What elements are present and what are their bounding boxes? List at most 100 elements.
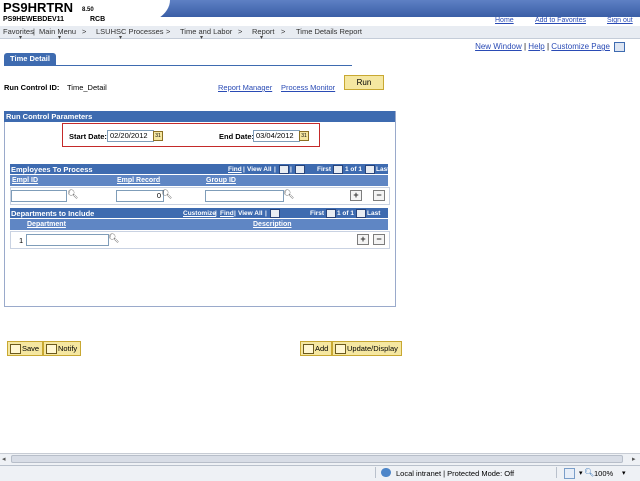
lookup-icon[interactable]: 🔍︎ <box>161 189 172 200</box>
run-button[interactable]: Run <box>344 75 384 90</box>
previous-arrow-icon[interactable] <box>333 165 343 174</box>
zoom-icon[interactable] <box>279 165 289 174</box>
chevron-right-icon: > <box>238 27 243 36</box>
chevron-down-icon[interactable]: ▾ <box>19 34 22 41</box>
empl-record-field[interactable]: 0 <box>116 190 164 202</box>
lookup-icon[interactable]: 🔍︎ <box>283 189 294 200</box>
end-date-field[interactable]: 03/04/2012 <box>253 130 300 142</box>
delete-row-button[interactable]: − <box>373 234 385 245</box>
home-link[interactable]: Home <box>495 17 514 24</box>
calendar-icon[interactable]: 31 <box>153 131 163 141</box>
security-zone-text: Local intranet | Protected Mode: Off <box>396 469 515 478</box>
protected-mode-icon[interactable] <box>564 468 575 479</box>
nav-time-and-labor[interactable]: Time and Labor <box>180 27 232 36</box>
chevron-down-icon[interactable]: ▾ <box>622 469 626 477</box>
tab-underline <box>4 65 352 66</box>
employees-grid-title: Employees To Process <box>11 165 93 174</box>
departments-find-link[interactable]: Find <box>220 210 234 217</box>
start-date-label: Start Date: <box>69 132 107 141</box>
status-bar <box>0 465 640 481</box>
employees-first-link[interactable]: First <box>317 166 331 173</box>
link-separator: | <box>546 42 550 51</box>
departments-last-link[interactable]: Last <box>367 210 380 217</box>
save-button[interactable]: Save <box>7 341 44 356</box>
customize-page-link[interactable]: Customize Page <box>551 42 610 51</box>
departments-grid-title: Departments to Include <box>11 209 95 218</box>
scroll-right-icon[interactable]: ▸ <box>632 455 636 463</box>
app-name: PS9HRTRN <box>3 0 74 15</box>
add-row-button[interactable]: + <box>357 234 369 245</box>
breadcrumb: Favorites ▾ | Main Menu ▾ > LSUHSC Proce… <box>0 26 640 41</box>
start-date-field[interactable]: 02/20/2012 <box>107 130 154 142</box>
employees-column-header-row: Empl ID Empl Record Group ID <box>10 175 388 186</box>
update-display-label: Update/Display <box>347 344 398 353</box>
personalize-icon[interactable] <box>614 42 625 52</box>
scrollbar-thumb[interactable] <box>11 455 623 463</box>
save-label: Save <box>22 344 40 353</box>
nav-lsuhsc-processes[interactable]: LSUHSC Processes <box>96 27 164 36</box>
zoom-icon[interactable]: 🔍︎ <box>584 468 594 477</box>
tab-time-detail[interactable]: Time Detail <box>4 53 56 65</box>
chevron-down-icon[interactable]: ▾ <box>119 34 122 41</box>
departments-range: 1 of 1 <box>337 210 354 217</box>
app-version: 8.50 <box>82 7 94 13</box>
chevron-down-icon[interactable]: ▾ <box>58 34 61 41</box>
sign-out-link[interactable]: Sign out <box>607 17 633 24</box>
employees-find-link[interactable]: Find <box>228 166 242 173</box>
user-id: RCB <box>90 16 106 23</box>
empl-id-field[interactable] <box>11 190 67 202</box>
departments-view-all-link[interactable]: View All <box>238 210 263 217</box>
report-manager-link[interactable]: Report Manager <box>218 83 272 92</box>
scroll-left-icon[interactable]: ◂ <box>2 455 6 463</box>
previous-arrow-icon[interactable] <box>326 209 336 218</box>
notify-icon <box>46 344 57 354</box>
departments-grid-header: Departments to Include Customize | Find … <box>10 208 388 218</box>
lookup-icon[interactable]: 🔍︎ <box>108 233 119 244</box>
col-department[interactable]: Department <box>27 221 66 228</box>
next-arrow-icon[interactable] <box>356 209 366 218</box>
update-display-button[interactable]: Update/Display <box>332 341 402 356</box>
employees-range: 1 of 1 <box>345 166 362 173</box>
link-separator: | <box>523 42 527 51</box>
add-to-favorites-link[interactable]: Add to Favorites <box>535 17 586 24</box>
zoom-level[interactable]: 100% <box>594 469 613 478</box>
col-empl-id[interactable]: Empl ID <box>12 177 38 184</box>
add-label: Add <box>315 344 329 353</box>
nav-report[interactable]: Report <box>252 27 275 36</box>
page-links: New Window | Help | Customize Page <box>475 42 610 51</box>
header-band <box>130 0 640 17</box>
help-link[interactable]: Help <box>528 42 544 51</box>
download-grid-icon[interactable] <box>295 165 305 174</box>
department-field[interactable] <box>26 234 109 246</box>
chevron-down-icon[interactable]: ▾ <box>579 469 583 477</box>
chevron-down-icon[interactable]: ▾ <box>200 34 203 41</box>
status-divider <box>375 467 376 478</box>
intranet-globe-icon <box>381 468 391 477</box>
chevron-right-icon: > <box>166 27 171 36</box>
col-group-id[interactable]: Group ID <box>206 177 236 184</box>
departments-first-link[interactable]: First <box>310 210 324 217</box>
group-id-field[interactable] <box>205 190 284 202</box>
new-window-link[interactable]: New Window <box>475 42 522 51</box>
next-arrow-icon[interactable] <box>365 165 375 174</box>
col-empl-record[interactable]: Empl Record <box>117 177 160 184</box>
process-monitor-link[interactable]: Process Monitor <box>281 83 335 92</box>
download-grid-icon[interactable] <box>270 209 280 218</box>
add-row-button[interactable]: + <box>350 190 362 201</box>
delete-row-button[interactable]: − <box>373 190 385 201</box>
employees-grid-header: Employees To Process Find | View All | |… <box>10 164 390 174</box>
chevron-down-icon[interactable]: ▾ <box>260 34 263 41</box>
chevron-right-icon: > <box>82 27 87 36</box>
params-title: Run Control Parameters <box>6 112 93 121</box>
save-icon <box>10 344 21 354</box>
employees-last-link[interactable]: Last <box>376 166 389 173</box>
col-description[interactable]: Description <box>253 221 292 228</box>
add-button[interactable]: Add <box>300 341 333 356</box>
row-number: 1 <box>19 236 24 245</box>
notify-button[interactable]: Notify <box>43 341 82 356</box>
lookup-icon[interactable]: 🔍︎ <box>67 189 78 200</box>
employees-view-all-link[interactable]: View All <box>247 166 272 173</box>
departments-column-header-row: Department Description <box>10 219 388 230</box>
departments-customize-link[interactable]: Customize <box>183 210 216 217</box>
calendar-icon[interactable]: 31 <box>299 131 309 141</box>
